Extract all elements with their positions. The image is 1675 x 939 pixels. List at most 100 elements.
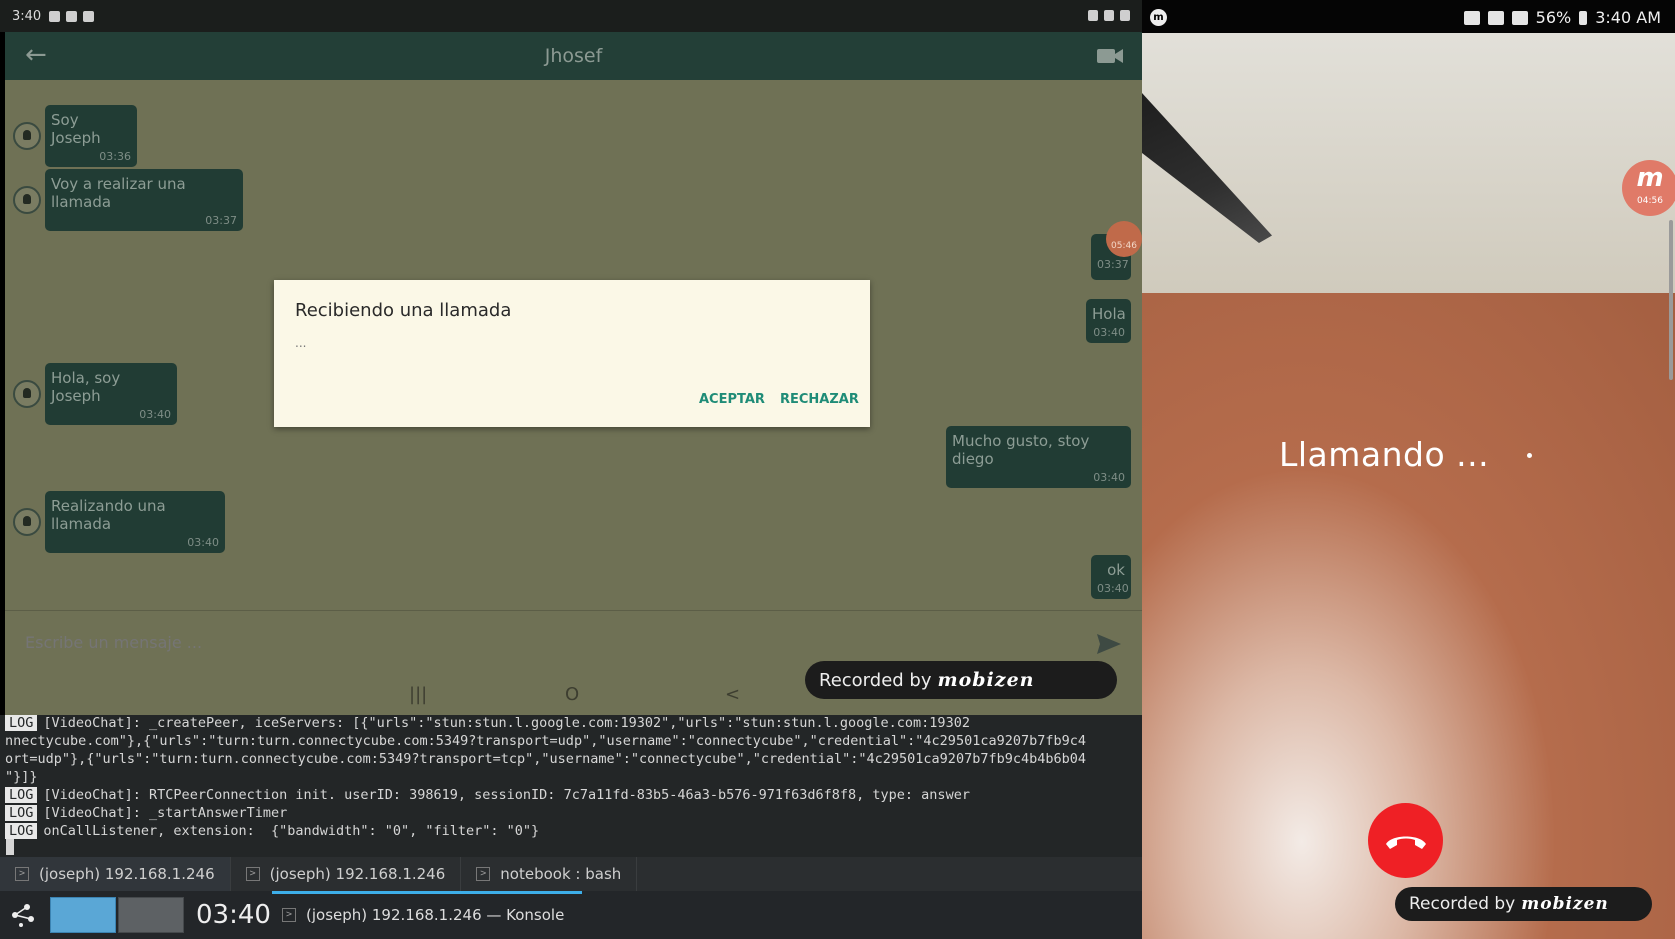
mobizen-logo: mobizen	[937, 669, 1035, 691]
message-time: 03:40	[1097, 582, 1129, 595]
terminal-icon: >	[476, 867, 491, 881]
konsole-tab-bar: > (joseph) 192.168.1.246 > (joseph) 192.…	[0, 857, 1142, 891]
message-time: 03:37	[205, 214, 237, 227]
log-line: LOG onCallListener, extension: {"bandwidt…	[5, 823, 539, 839]
left-status-system-icons	[1088, 10, 1130, 21]
log-text: "}]}	[5, 769, 38, 785]
message-time: 03:37	[1097, 258, 1129, 271]
virtual-desktop-1[interactable]	[50, 897, 116, 933]
left-status-time: 3:40	[12, 8, 42, 24]
terminal-icon: >	[15, 867, 29, 881]
send-icon[interactable]	[1096, 633, 1122, 655]
terminal-cursor	[6, 839, 14, 855]
log-line: LOG [VideoChat]: _startAnswerTimer	[5, 805, 287, 821]
app-launcher-button[interactable]	[0, 891, 46, 939]
dialog-title: Recibiendo una llamada	[295, 300, 512, 321]
message-bubble-out[interactable]: Hola 03:40	[1086, 299, 1131, 343]
log-text: [VideoChat]: _startAnswerTimer	[43, 805, 288, 821]
nav-recent-apps-icon[interactable]: |||	[409, 684, 427, 705]
message-text: Hola, soy Joseph	[51, 369, 121, 405]
recorded-by-label: Recorded by	[1409, 894, 1516, 914]
desktop-taskbar: 03:40 > (joseph) 192.168.1.246 — Konsole	[0, 891, 1142, 939]
message-bubble-in[interactable]: Hola, soy Joseph 03:40	[45, 363, 177, 425]
tab-label: notebook : bash	[500, 865, 622, 883]
mobizen-status-icon: m	[1150, 9, 1167, 26]
recorded-by-label: Recorded by	[819, 669, 932, 691]
log-tag: LOG	[5, 715, 38, 731]
konsole-tab[interactable]: > (joseph) 192.168.1.246	[231, 857, 462, 891]
battery-percent: 56%	[1535, 8, 1572, 27]
reject-call-button[interactable]: RECHAZAR	[780, 392, 859, 407]
message-time: 03:40	[187, 536, 219, 549]
log-line: LOG [VideoChat]: _createPeer, iceServers:…	[5, 715, 970, 731]
message-text: Mucho gusto, stoy diego	[952, 432, 1090, 468]
recorded-by-watermark: Recorded by mobizen	[1395, 887, 1652, 921]
log-text: onCallListener, extension: {"bandwidth":…	[43, 823, 540, 839]
mobizen-floating-icon[interactable]: m 04:56	[1622, 160, 1675, 216]
virtual-desktop-2[interactable]	[118, 897, 184, 933]
konsole-tab[interactable]: > notebook : bash	[461, 857, 638, 891]
tab-label: (joseph) 192.168.1.246	[39, 865, 215, 883]
message-bubble-in[interactable]: Soy Joseph 03:36	[45, 105, 137, 167]
chat-title: Jhosef	[544, 45, 603, 67]
calling-status-text: Llamando ...	[1279, 435, 1490, 474]
right-status-bar: m 56% 3:40 AM	[1142, 0, 1675, 33]
taskbar-window-konsole[interactable]: > (joseph) 192.168.1.246 — Konsole	[272, 891, 582, 939]
wifi-icon	[1487, 10, 1504, 25]
message-bubble-in[interactable]: Voy a realizar una llamada 03:37	[45, 169, 243, 231]
mobizen-letter: m	[1636, 163, 1664, 193]
log-text: nnectycube.com"},{"urls":"turn:turn.conn…	[5, 733, 1086, 749]
calling-indicator-dot	[1527, 453, 1532, 458]
terminal-icon: >	[245, 867, 260, 881]
log-text: [VideoChat]: _createPeer, iceServers: [{…	[43, 715, 970, 731]
taskbar-window-label: (joseph) 192.168.1.246 — Konsole	[306, 906, 565, 924]
contact-avatar	[13, 380, 41, 408]
log-line: "}]}	[5, 769, 38, 785]
accept-call-button[interactable]: ACEPTAR	[699, 392, 765, 407]
message-text: Hola	[1092, 305, 1126, 323]
left-status-bar: 3:40	[0, 0, 1142, 32]
edge-panel-handle[interactable]	[1669, 220, 1673, 380]
konsole-tab[interactable]: > (joseph) 192.168.1.246	[0, 857, 231, 891]
nav-back-icon[interactable]: <	[725, 684, 740, 705]
mobizen-timer: 05:46	[1111, 241, 1137, 251]
log-tag: LOG	[5, 823, 38, 839]
message-time: 03:40	[1093, 471, 1125, 484]
right-status-time: 3:40 AM	[1595, 8, 1661, 27]
battery-icon	[1579, 10, 1588, 25]
contact-avatar	[13, 508, 41, 536]
signal-icon	[1511, 10, 1528, 25]
konsole-terminal[interactable]: LOG [VideoChat]: _createPeer, iceServers:…	[0, 715, 1142, 857]
contact-avatar	[13, 186, 41, 214]
message-time: 03:40	[139, 408, 171, 421]
nav-home-icon[interactable]: O	[565, 684, 579, 705]
phone-hangup-icon	[1385, 836, 1426, 849]
desktop-screen: 3:40 ← Jhosef Soy Joseph 03:36 Voy a rea…	[0, 0, 1675, 939]
launcher-icon	[12, 904, 34, 927]
incoming-call-dialog: Recibiendo una llamada ... ACEPTAR RECHA…	[274, 280, 870, 427]
log-tag: LOG	[5, 787, 38, 803]
message-text: Voy a realizar una llamada	[51, 175, 186, 211]
taskbar-clock[interactable]: 03:40	[196, 900, 272, 930]
log-text: ort=udp"},{"urls":"turn:turn.connectycub…	[5, 751, 1086, 767]
dialog-body: ...	[295, 336, 307, 350]
contact-avatar	[13, 122, 41, 150]
message-input[interactable]	[25, 633, 925, 652]
tab-label: (joseph) 192.168.1.246	[269, 865, 446, 883]
message-bubble-out[interactable]: ok 03:40	[1091, 555, 1131, 599]
mobizen-timer: 04:56	[1637, 196, 1663, 206]
terminal-icon: >	[282, 908, 296, 922]
hang-up-button[interactable]	[1368, 803, 1443, 878]
log-line: ort=udp"},{"urls":"turn:turn.connectycub…	[5, 751, 1086, 767]
right-phone-mirror: m 56% 3:40 AM m 04:56 Llamando ... Recor…	[1142, 0, 1675, 939]
message-bubble-out[interactable]: Mucho gusto, stoy diego 03:40	[946, 426, 1131, 488]
message-bubble-in[interactable]: Realizando una llamada 03:40	[45, 491, 225, 553]
log-text: [VideoChat]: RTCPeerConnection init. use…	[43, 787, 970, 803]
back-arrow-icon[interactable]: ←	[25, 42, 53, 70]
message-text: ok	[1107, 561, 1125, 579]
cast-icon	[1463, 10, 1480, 25]
log-tag: LOG	[5, 805, 38, 821]
video-call-icon[interactable]	[1096, 46, 1124, 66]
mobizen-floating-icon[interactable]: 05:46	[1106, 221, 1142, 257]
message-time: 03:40	[1093, 326, 1125, 339]
